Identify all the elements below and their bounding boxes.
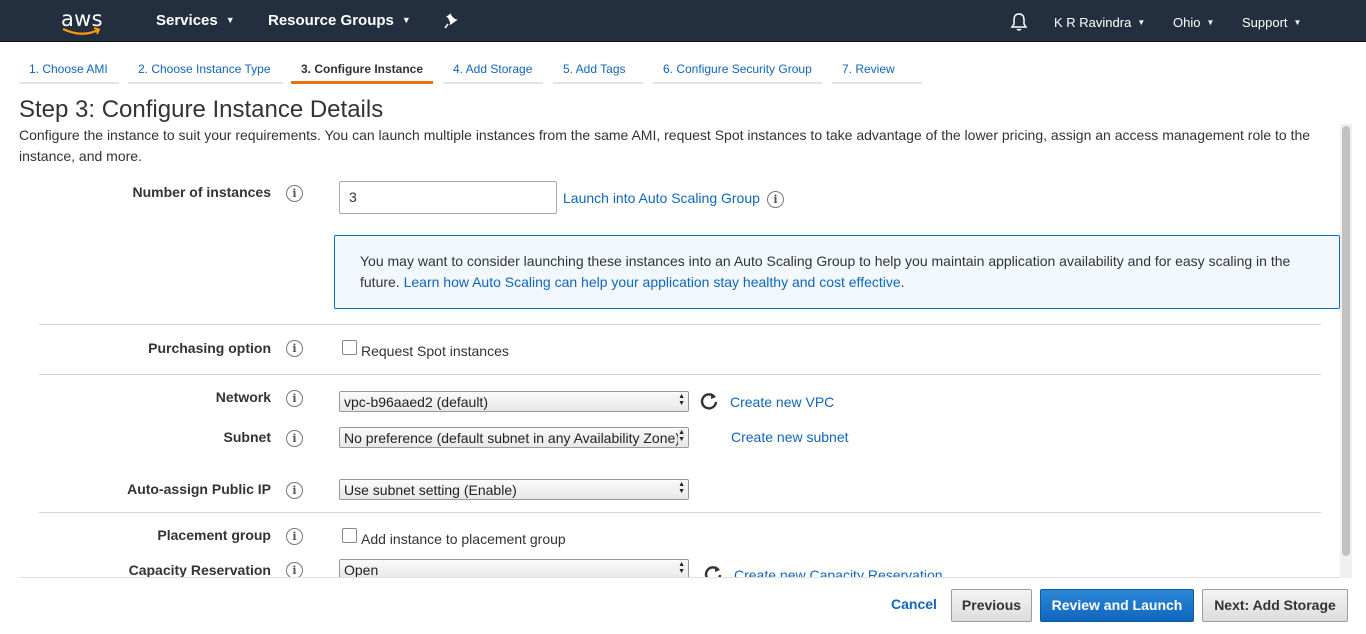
support-label: Support xyxy=(1242,15,1288,30)
tab-review[interactable]: 7. Review xyxy=(832,59,922,84)
aws-logo[interactable]: aws xyxy=(58,6,104,36)
footer-divider xyxy=(19,577,1340,578)
review-and-launch-button[interactable]: Review and Launch xyxy=(1040,589,1194,622)
learn-autoscaling-link[interactable]: Learn how Auto Scaling can help your app… xyxy=(404,274,901,290)
select-arrows-icon: ▲ ▼ xyxy=(678,429,685,443)
page-title: Step 3: Configure Instance Details xyxy=(19,96,384,123)
select-arrows-icon: ▲ ▼ xyxy=(678,481,685,495)
network-value: vpc-b96aaed2 (default) xyxy=(344,394,488,410)
region-menu[interactable]: Ohio ▼ xyxy=(1173,15,1214,30)
section-divider xyxy=(39,374,1321,375)
infobox-period: . xyxy=(900,274,905,290)
chevron-down-icon: ▼ xyxy=(1206,18,1215,27)
region-name: Ohio xyxy=(1173,15,1201,30)
asg-info-box: You may want to consider launching these… xyxy=(334,235,1340,309)
chevron-down-icon: ▼ xyxy=(1293,18,1302,27)
public-ip-value: Use subnet setting (Enable) xyxy=(344,482,517,498)
select-arrows-icon: ▲ ▼ xyxy=(678,561,685,575)
chevron-down-icon: ▼ xyxy=(225,15,235,25)
subnet-value: No preference (default subnet in any Ava… xyxy=(344,430,680,446)
public-ip-select[interactable]: Use subnet setting (Enable) ▲ ▼ xyxy=(339,479,689,500)
subnet-label: Subnet xyxy=(223,429,271,445)
info-icon[interactable]: i xyxy=(286,482,303,499)
tab-add-tags[interactable]: 5. Add Tags xyxy=(553,59,643,84)
chevron-down-icon: ▼ xyxy=(401,15,411,25)
user-name: K R Ravindra xyxy=(1054,15,1132,30)
support-menu[interactable]: Support ▼ xyxy=(1242,15,1301,30)
num-instances-label: Number of instances xyxy=(132,184,271,200)
page-description: Configure the instance to suit your requ… xyxy=(19,127,1311,164)
bell-icon[interactable] xyxy=(1010,12,1028,32)
launch-asg-link[interactable]: Launch into Auto Scaling Group xyxy=(563,190,760,206)
aws-smile-icon xyxy=(62,27,101,35)
section-divider xyxy=(39,324,1321,325)
pin-icon[interactable] xyxy=(444,12,460,30)
capacity-reservation-select[interactable]: Open ▲ ▼ xyxy=(339,559,689,577)
info-icon[interactable]: i xyxy=(286,390,303,407)
tab-configure-instance[interactable]: 3. Configure Instance xyxy=(291,59,433,84)
public-ip-label: Auto-assign Public IP xyxy=(127,481,271,497)
refresh-icon[interactable] xyxy=(699,391,719,411)
placement-group-checkbox[interactable] xyxy=(342,528,357,543)
placement-group-label: Placement group xyxy=(157,527,271,543)
network-label: Network xyxy=(215,389,271,405)
scrollbar-thumb[interactable] xyxy=(1342,126,1350,556)
info-icon[interactable]: i xyxy=(286,430,303,447)
tab-add-storage[interactable]: 4. Add Storage xyxy=(443,59,543,84)
capacity-reservation-value: Open xyxy=(344,562,379,577)
chevron-down-icon: ▼ xyxy=(1137,18,1146,27)
subnet-select[interactable]: No preference (default subnet in any Ava… xyxy=(339,427,689,448)
tab-choose-instance-type[interactable]: 2. Choose Instance Type xyxy=(128,59,283,84)
resource-groups-label: Resource Groups xyxy=(268,12,394,29)
info-icon[interactable]: i xyxy=(286,185,303,202)
spot-instances-label: Request Spot instances xyxy=(361,343,509,359)
tab-configure-security-group[interactable]: 6. Configure Security Group xyxy=(653,59,822,84)
resource-groups-menu[interactable]: Resource Groups ▼ xyxy=(268,12,411,29)
section-divider xyxy=(39,512,1321,513)
info-icon[interactable]: i xyxy=(286,562,303,577)
select-arrows-icon: ▲ ▼ xyxy=(678,393,685,407)
top-navigation-bar: aws Services ▼ Resource Groups ▼ K R Ravin… xyxy=(0,0,1366,42)
cancel-button[interactable]: Cancel xyxy=(884,589,944,622)
next-add-storage-button[interactable]: Next: Add Storage xyxy=(1202,589,1348,622)
refresh-icon[interactable] xyxy=(703,564,723,577)
placement-group-checkbox-label: Add instance to placement group xyxy=(361,531,566,547)
create-subnet-link[interactable]: Create new subnet xyxy=(731,429,849,445)
tab-choose-ami[interactable]: 1. Choose AMI xyxy=(19,59,119,84)
services-label: Services xyxy=(156,12,218,29)
services-menu[interactable]: Services ▼ xyxy=(156,12,235,29)
num-instances-input[interactable]: 3 xyxy=(339,181,557,214)
spot-instances-checkbox[interactable] xyxy=(342,340,357,355)
info-icon[interactable]: i xyxy=(286,528,303,545)
network-select[interactable]: vpc-b96aaed2 (default) ▲ ▼ xyxy=(339,391,689,412)
create-vpc-link[interactable]: Create new VPC xyxy=(730,394,834,410)
purchasing-option-label: Purchasing option xyxy=(148,340,271,356)
info-icon[interactable]: i xyxy=(767,191,784,208)
previous-button[interactable]: Previous xyxy=(951,589,1032,622)
capacity-reservation-label: Capacity Reservation xyxy=(128,562,271,577)
info-icon[interactable]: i xyxy=(286,340,303,357)
user-menu[interactable]: K R Ravindra ▼ xyxy=(1054,15,1145,30)
capacity-reservation-row: Capacity Reservation i Open ▲ ▼ Create ne… xyxy=(0,555,1336,577)
create-capacity-reservation-link[interactable]: Create new Capacity Reservation xyxy=(734,567,943,577)
